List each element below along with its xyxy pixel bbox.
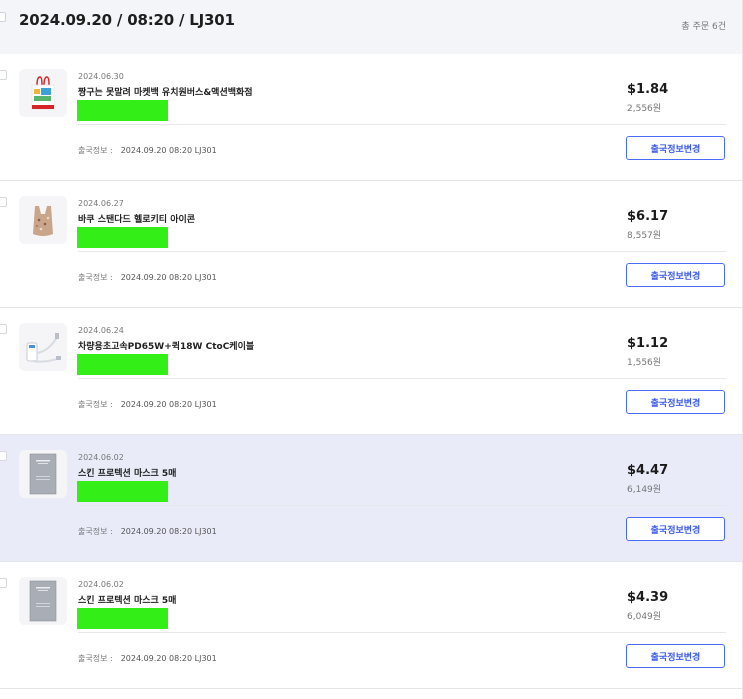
- group-checkbox[interactable]: [0, 12, 6, 22]
- order-date: 2024.06.02: [78, 580, 124, 589]
- car-charger-icon[interactable]: [19, 323, 67, 371]
- order-date: 2024.06.24: [78, 326, 124, 335]
- departure-info-label: 출국정보 :: [78, 654, 113, 663]
- change-departure-info-button[interactable]: 출국정보변경: [626, 644, 725, 668]
- redacted-block: [77, 481, 168, 502]
- price-krw: 1,556원: [627, 358, 662, 368]
- departure-info-value: 2024.09.20 08:20 LJ301: [120, 654, 217, 663]
- change-departure-info-button[interactable]: 출국정보변경: [626, 263, 725, 287]
- order-item: 2024.06.02 스킨 프로텍션 마스크 5매 $4.39 6,049원 출…: [0, 562, 742, 689]
- redacted-block: [77, 100, 168, 121]
- divider: [78, 505, 726, 506]
- redacted-block: [77, 608, 168, 629]
- order-list-page: 2024.09.20 / 08:20 / LJ301 총 주문 6건 2024.…: [0, 0, 743, 699]
- change-departure-info-button[interactable]: 출국정보변경: [626, 390, 725, 414]
- price-krw: 8,557원: [627, 231, 662, 241]
- mask-pack-icon[interactable]: [19, 450, 67, 498]
- divider: [78, 124, 726, 125]
- divider: [78, 251, 726, 252]
- order-group-header: 2024.09.20 / 08:20 / LJ301 총 주문 6건: [0, 0, 742, 54]
- order-group-title: 2024.09.20 / 08:20 / LJ301: [19, 11, 235, 29]
- order-item: 2024.06.24 차량용초고속PD65W+퀵18W CtoC케이블 $1.1…: [0, 308, 742, 435]
- item-checkbox[interactable]: [0, 451, 7, 461]
- change-departure-info-button[interactable]: 출국정보변경: [626, 517, 725, 541]
- price-usd: $1.84: [627, 82, 669, 97]
- item-checkbox[interactable]: [0, 578, 7, 588]
- departure-info-label: 출국정보 :: [78, 273, 113, 282]
- order-item: 2024.06.27 바쿠 스탠다드 헬로키티 아이콘 $6.17 8,557원…: [0, 181, 742, 308]
- departure-info-value: 2024.09.20 08:20 LJ301: [120, 527, 217, 536]
- departure-info: 출국정보 : 2024.09.20 08:20 LJ301: [78, 272, 217, 283]
- order-date: 2024.06.02: [78, 453, 124, 462]
- mask-pack-icon[interactable]: [19, 577, 67, 625]
- price-krw: 6,149원: [627, 485, 662, 495]
- departure-info-value: 2024.09.20 08:20 LJ301: [120, 146, 217, 155]
- item-checkbox[interactable]: [0, 197, 7, 207]
- shopping-bag-icon[interactable]: [19, 196, 67, 244]
- price-usd: $1.12: [627, 336, 669, 351]
- departure-info-label: 출국정보 :: [78, 400, 113, 409]
- product-name[interactable]: 짱구는 못말려 마켓백 유치원버스&액션백화점: [78, 85, 253, 98]
- change-departure-info-button[interactable]: 출국정보변경: [626, 136, 725, 160]
- departure-info-label: 출국정보 :: [78, 527, 113, 536]
- item-checkbox[interactable]: [0, 70, 7, 80]
- price-krw: 2,556원: [627, 104, 662, 114]
- departure-info-value: 2024.09.20 08:20 LJ301: [120, 273, 217, 282]
- departure-info: 출국정보 : 2024.09.20 08:20 LJ301: [78, 526, 217, 537]
- product-name[interactable]: 스킨 프로텍션 마스크 5매: [78, 593, 176, 606]
- order-item: 2024.06.30 짱구는 못말려 마켓백 유치원버스&액션백화점 $1.84…: [0, 54, 742, 181]
- departure-info-value: 2024.09.20 08:20 LJ301: [120, 400, 217, 409]
- order-date: 2024.06.30: [78, 72, 124, 81]
- divider: [78, 378, 726, 379]
- order-date: 2024.06.27: [78, 199, 124, 208]
- price-usd: $4.47: [627, 463, 669, 478]
- divider: [78, 632, 726, 633]
- price-krw: 6,049원: [627, 612, 662, 622]
- departure-info: 출국정보 : 2024.09.20 08:20 LJ301: [78, 653, 217, 664]
- price-usd: $6.17: [627, 209, 669, 224]
- order-item: 2024.06.02 스킨 프로텍션 마스크 5매 $4.47 6,149원 출…: [0, 435, 742, 562]
- price-usd: $4.39: [627, 590, 669, 605]
- product-name[interactable]: 바쿠 스탠다드 헬로키티 아이콘: [78, 212, 195, 225]
- departure-info: 출국정보 : 2024.09.20 08:20 LJ301: [78, 399, 217, 410]
- product-name[interactable]: 스킨 프로텍션 마스크 5매: [78, 466, 176, 479]
- redacted-block: [77, 227, 168, 248]
- tote-bag-print-icon[interactable]: [19, 69, 67, 117]
- total-orders-count: 총 주문 6건: [681, 22, 726, 32]
- redacted-block: [77, 354, 168, 375]
- departure-info-label: 출국정보 :: [78, 146, 113, 155]
- item-checkbox[interactable]: [0, 324, 7, 334]
- departure-info: 출국정보 : 2024.09.20 08:20 LJ301: [78, 145, 217, 156]
- product-name[interactable]: 차량용초고속PD65W+퀵18W CtoC케이블: [78, 339, 254, 352]
